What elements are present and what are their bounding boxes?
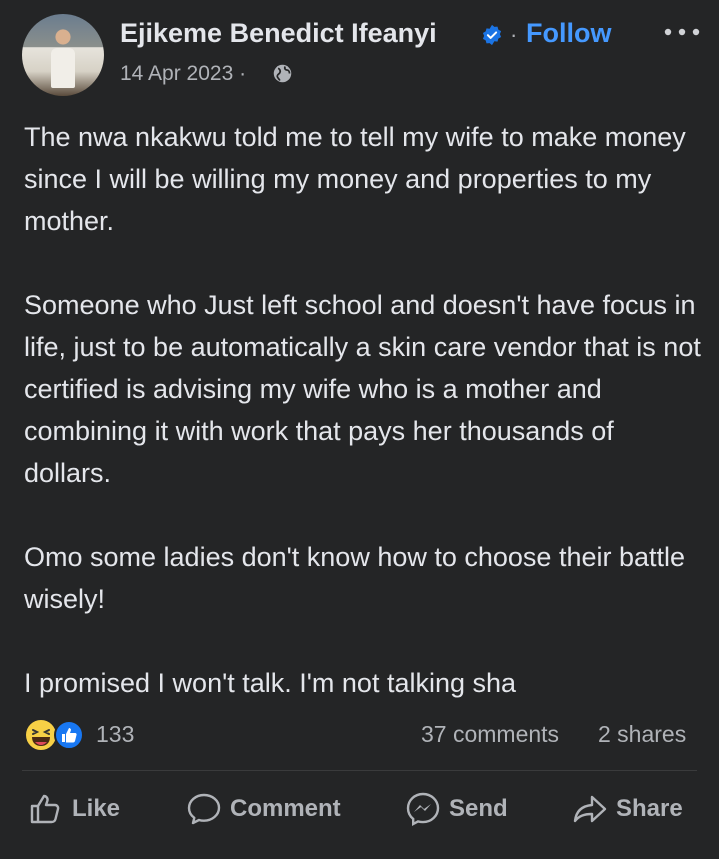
share-button[interactable]: Share [572, 786, 683, 832]
divider [22, 770, 697, 771]
comment-bubble-icon [187, 793, 221, 825]
share-arrow-icon [573, 795, 607, 823]
share-label: Share [616, 795, 683, 822]
post-date[interactable]: 14 Apr 2023 · [120, 62, 246, 86]
comment-button[interactable]: Comment [186, 786, 341, 832]
more-options-icon[interactable] [662, 22, 702, 42]
comments-count[interactable]: 37 comments [421, 721, 559, 748]
avatar[interactable] [22, 14, 104, 96]
author-name[interactable]: Ejikeme Benedict Ifeanyi [120, 18, 437, 49]
send-button[interactable]: Send [405, 786, 508, 832]
separator-dot: · [510, 22, 518, 47]
post-body: The nwa nkakwu told me to tell my wife t… [24, 116, 704, 746]
shares-count[interactable]: 2 shares [598, 721, 686, 748]
follow-button[interactable]: Follow [526, 18, 611, 49]
verified-badge-icon [482, 24, 502, 46]
reaction-count: 133 [96, 721, 135, 747]
haha-reaction-icon [24, 718, 58, 752]
post-paragraph: Someone who Just left school and doesn't… [24, 290, 701, 488]
send-label: Send [449, 795, 508, 822]
like-button[interactable]: Like [28, 786, 120, 832]
post-paragraph: I promised I won't talk. I'm not talking… [24, 668, 517, 698]
post-paragraph: The nwa nkakwu told me to tell my wife t… [24, 122, 686, 236]
globe-icon [273, 64, 292, 83]
post-header: Ejikeme Benedict Ifeanyi · Follow 14 Apr… [0, 0, 719, 100]
like-label: Like [72, 795, 121, 822]
comment-label: Comment [230, 795, 341, 822]
thumbs-up-icon [30, 794, 60, 824]
messenger-icon [406, 792, 440, 827]
post-paragraph: Omo some ladies don't know how to choose… [24, 542, 686, 614]
like-reaction-icon [54, 720, 84, 750]
